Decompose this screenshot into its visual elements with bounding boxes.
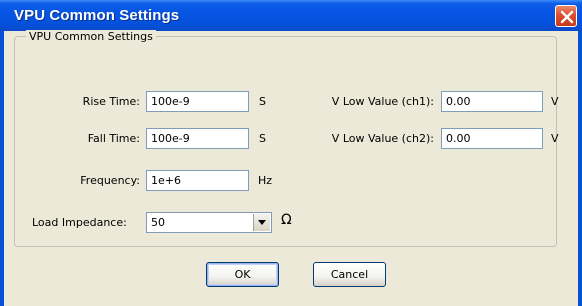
cancel-button[interactable]: Cancel	[313, 262, 386, 287]
v-low-ch2-label: V Low Value (ch2):	[331, 132, 434, 145]
window-title: VPU Common Settings	[14, 7, 180, 24]
v-low-ch1-label: V Low Value (ch1):	[331, 95, 434, 108]
ok-button[interactable]: OK	[206, 262, 279, 287]
frequency-label: Frequency:	[80, 174, 140, 187]
close-icon	[560, 10, 574, 24]
v-low-ch2-unit: V	[551, 132, 559, 145]
close-button[interactable]	[555, 5, 577, 27]
frequency-unit: Hz	[258, 174, 273, 187]
v-low-ch1-unit: V	[551, 95, 559, 108]
rise-time-unit: S	[259, 95, 266, 108]
frequency-input[interactable]	[146, 170, 249, 191]
load-impedance-dropdown-button[interactable]	[253, 214, 270, 231]
load-impedance-label: Load Impedance:	[32, 216, 127, 229]
v-low-ch2-input[interactable]	[441, 128, 543, 149]
rise-time-label: Rise Time:	[82, 95, 140, 108]
fall-time-label: Fall Time:	[87, 132, 140, 145]
load-impedance-value: 50	[151, 216, 165, 229]
dropdown-arrow-icon	[258, 220, 266, 225]
fall-time-input[interactable]	[146, 128, 249, 149]
title-bar[interactable]: VPU Common Settings	[0, 0, 582, 31]
groupbox-title: VPU Common Settings	[26, 30, 156, 43]
fall-time-unit: S	[259, 132, 266, 145]
v-low-ch1-input[interactable]	[441, 91, 543, 112]
rise-time-input[interactable]	[146, 91, 249, 112]
load-impedance-unit: Ω	[281, 212, 292, 228]
load-impedance-select[interactable]: 50	[146, 212, 272, 233]
